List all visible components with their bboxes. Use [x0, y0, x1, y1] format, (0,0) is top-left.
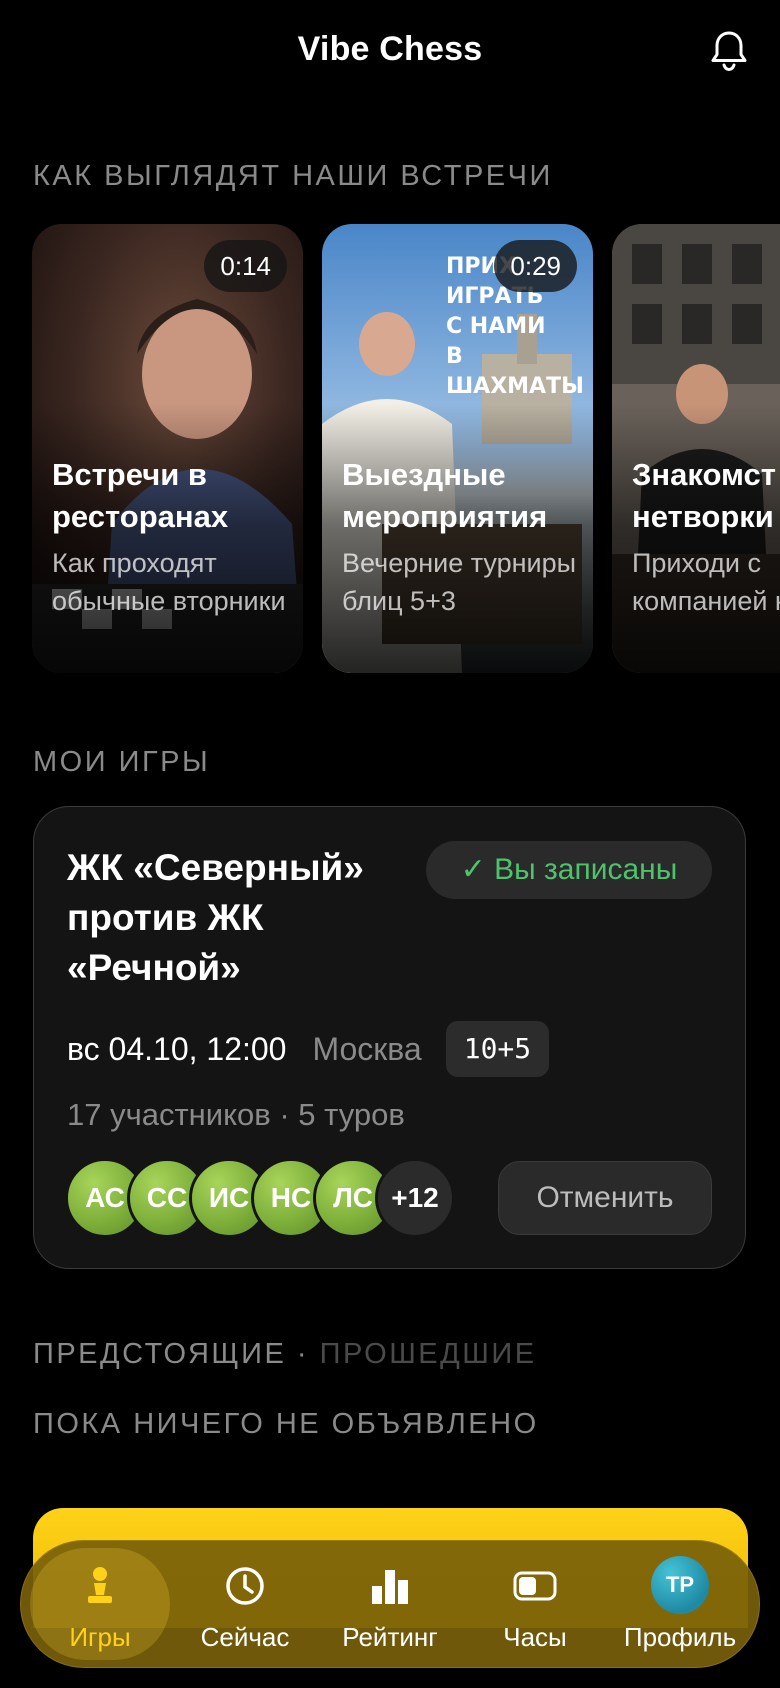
video-title: Выездные мероприятия: [342, 457, 548, 534]
clock-icon: [226, 1567, 264, 1605]
video-description: Вечерние турниры блиц 5+3: [342, 548, 577, 616]
my-games-section-label: МОИ ИГРЫ: [33, 746, 211, 778]
nav-item-profile[interactable]: ТР Профиль: [610, 1540, 750, 1668]
video-description: Как проходят обычные вторники: [52, 548, 286, 616]
video-card-outdoor-events[interactable]: ПРИХ ИГРАТЬ С НАМИ В ШАХМАТЫ 0:29 Выездн…: [322, 224, 593, 673]
game-meta-row: вс 04.10, 12:00 Москва 10+5: [67, 1021, 550, 1077]
empty-state-note: ПОКА НИЧЕГО НЕ ОБЪЯВЛЕНО: [33, 1408, 539, 1440]
nav-label: Часы: [503, 1622, 567, 1652]
pawn-icon: [88, 1567, 112, 1603]
game-title: ЖК «Северный» против ЖК «Речной»: [67, 847, 364, 988]
game-date: вс 04.10, 12:00: [67, 1030, 287, 1067]
video-title: Встречи в ресторанах: [52, 457, 229, 534]
registration-status-badge: ✓ Вы записаны: [426, 841, 712, 899]
game-card[interactable]: ЖК «Северный» против ЖК «Речной» ✓ Вы за…: [33, 806, 746, 1269]
bell-icon[interactable]: [706, 28, 752, 74]
cancel-registration-button[interactable]: Отменить: [498, 1161, 712, 1235]
nav-label: Игры: [69, 1622, 131, 1652]
games-filter-tabs: ПРЕДСТОЯЩИЕ · ПРОШЕДШИЕ: [33, 1338, 537, 1371]
video-duration-badge: 0:14: [204, 240, 287, 292]
time-control-badge: 10+5: [445, 1021, 550, 1077]
participant-avatars: АС СС ИС НС ЛС +12: [65, 1158, 485, 1238]
nav-label: Рейтинг: [342, 1622, 438, 1652]
nav-item-games[interactable]: Игры: [30, 1540, 170, 1668]
app-header: Vibe Chess: [0, 0, 780, 100]
tab-upcoming[interactable]: ПРЕДСТОЯЩИЕ: [33, 1338, 286, 1370]
more-participants-count: +12: [375, 1158, 455, 1238]
nav-item-rating[interactable]: Рейтинг: [320, 1540, 460, 1668]
video-title: Знакомст нетворки: [632, 457, 776, 534]
nav-item-clock[interactable]: Часы: [465, 1540, 605, 1668]
participants-summary: 17 участников · 5 туров: [67, 1097, 405, 1132]
game-city: Москва: [312, 1030, 422, 1067]
nav-label: Профиль: [623, 1622, 737, 1652]
avatar: ТР: [651, 1556, 709, 1614]
chess-clock-icon: [513, 1571, 557, 1601]
tab-past[interactable]: ПРОШЕДШИЕ: [320, 1338, 537, 1370]
tab-separator: ·: [296, 1338, 310, 1370]
video-duration-badge: 0:29: [494, 240, 577, 292]
nav-label: Сейчас: [200, 1622, 290, 1652]
video-card-restaurants[interactable]: 0:14 Встречи в ресторанах Как проходят о…: [32, 224, 303, 673]
app-title: Vibe Chess: [297, 30, 483, 68]
video-carousel[interactable]: 0:14 Встречи в ресторанах Как проходят о…: [0, 224, 780, 674]
nav-item-now[interactable]: Сейчас: [175, 1540, 315, 1668]
bar-chart-icon: [372, 1570, 408, 1604]
meetings-section-label: КАК ВЫГЛЯДЯТ НАШИ ВСТРЕЧИ: [33, 160, 553, 192]
video-card-networking[interactable]: Знакомст нетворки Приходи с компанией на…: [612, 224, 780, 673]
bottom-nav: Игры Сейчас Рейтинг Часы ТР Профиль: [20, 1540, 760, 1668]
video-description: Приходи с компанией найдём: [632, 548, 780, 616]
